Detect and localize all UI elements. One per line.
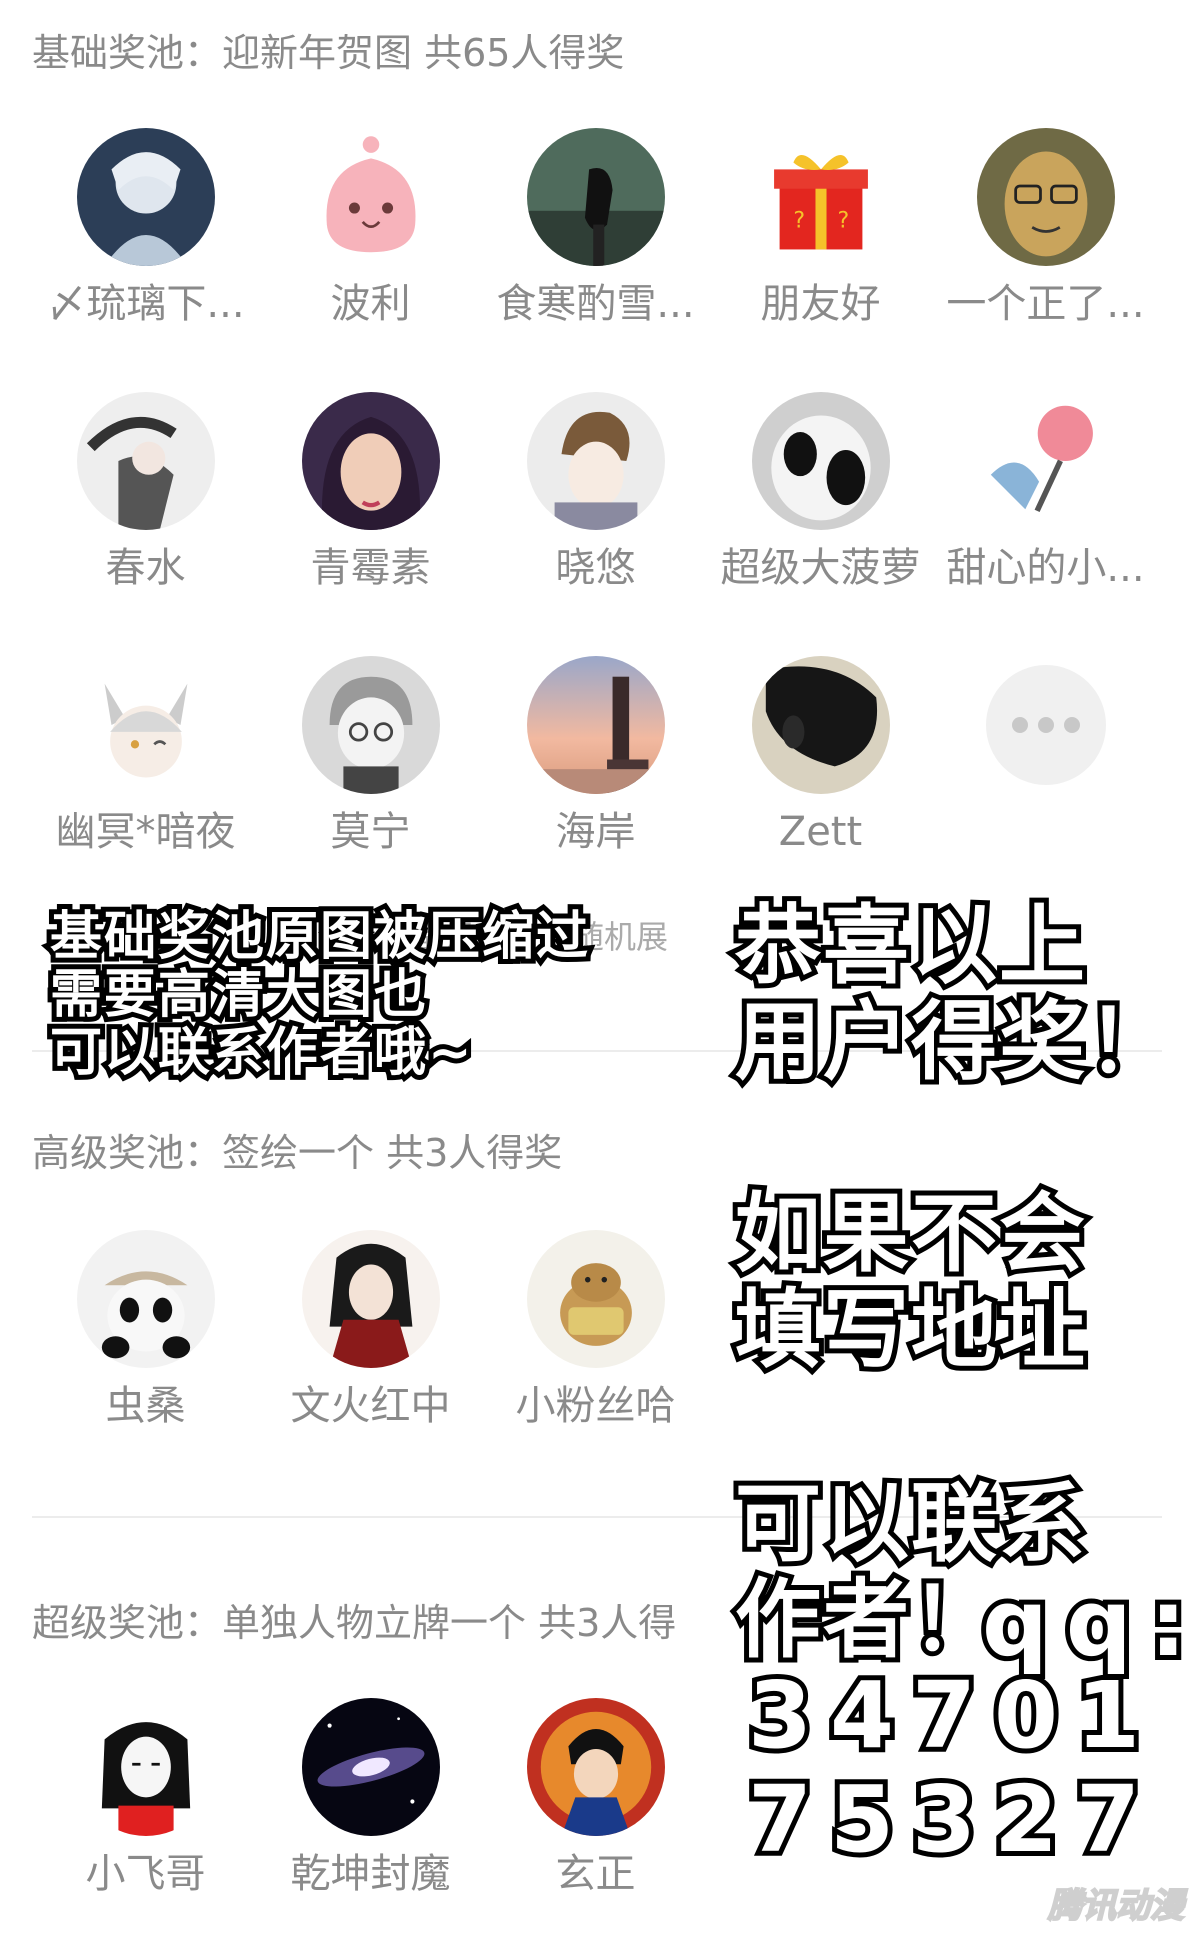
more-winners-button[interactable] (933, 656, 1158, 785)
avatar[interactable] (76, 128, 215, 266)
overlay-congrats: 用户得奖！ (730, 991, 1178, 1093)
winner-name: 春水 (105, 545, 186, 591)
advanced-pool-title: 高级奖池：签绘一个 共3人得奖 (32, 1131, 563, 1175)
winner-name: 小飞哥 (85, 1851, 206, 1897)
winner-item[interactable]: 乾坤封魔 (258, 1698, 483, 1898)
winner-item[interactable]: 莫宁 (258, 656, 483, 856)
avatar[interactable] (301, 128, 440, 266)
overlay-qq-number: 34701 (743, 1659, 1159, 1773)
winner-name: 虫桑 (105, 1383, 186, 1429)
winner-name: 朋友好 (760, 281, 881, 327)
overlay-contact: 作者！ (730, 1569, 1002, 1671)
winner-item[interactable]: 超级大菠萝 (708, 392, 933, 592)
winner-name: 幽冥*暗夜 (55, 809, 236, 855)
avatar[interactable] (526, 128, 665, 266)
avatar[interactable] (751, 392, 890, 530)
avatar[interactable] (301, 656, 440, 794)
winner-name: 〆琉璃下... (46, 281, 245, 327)
winner-item[interactable]: 波利 (258, 128, 483, 328)
winner-item[interactable]: 海岸 (483, 656, 708, 856)
avatar[interactable] (751, 656, 890, 794)
avatar[interactable] (976, 392, 1115, 530)
overlay-congrats: 恭喜以上 (730, 895, 1090, 997)
avatar[interactable] (76, 1230, 215, 1368)
winner-name: 一个正了... (946, 281, 1145, 327)
avatar[interactable] (526, 1698, 665, 1836)
winner-name: 波利 (330, 281, 411, 327)
winner-item[interactable]: 玄正 (483, 1698, 708, 1898)
avatar[interactable] (526, 392, 665, 530)
overlay-qq-label: qq: (977, 1567, 1200, 1681)
super-pool-title: 超级奖池：单独人物立牌一个 共3人得 (32, 1601, 677, 1645)
winner-item[interactable]: 青霉素 (258, 392, 483, 592)
winner-name: 甜心的小... (946, 545, 1145, 591)
winner-item[interactable]: 虫桑 (33, 1230, 258, 1430)
winner-name: 海岸 (555, 809, 636, 855)
winner-name: 玄正 (555, 1851, 636, 1897)
winner-item[interactable]: 小粉丝哈 (483, 1230, 708, 1430)
avatar[interactable] (976, 128, 1115, 266)
avatar[interactable] (76, 1698, 215, 1836)
winner-item[interactable]: 小飞哥 (33, 1698, 258, 1898)
winner-item[interactable]: 晓悠 (483, 392, 708, 592)
avatar[interactable] (76, 656, 215, 794)
overlay-qq-number: 75327 (743, 1763, 1159, 1877)
winner-name: 乾坤封魔 (290, 1851, 451, 1897)
overlay-note-line: 基础奖池原图被压缩过 (45, 903, 593, 971)
winner-name: 小粉丝哈 (515, 1383, 676, 1429)
winner-name: 晓悠 (555, 545, 636, 591)
overlay-address-hint: 如果不会 (730, 1183, 1090, 1285)
winner-name: 超级大菠萝 (720, 545, 921, 591)
winner-name: 青霉素 (310, 545, 431, 591)
winner-name: Zett (778, 809, 863, 855)
avatar[interactable] (526, 656, 665, 794)
avatar[interactable] (526, 1230, 665, 1368)
winner-item[interactable]: 甜心的小... (933, 392, 1158, 592)
svg-text:?: ? (793, 208, 805, 233)
winner-name: 文火红中 (290, 1383, 451, 1429)
tencent-comic-watermark: 腾讯动漫 (1047, 1885, 1185, 1927)
winner-item[interactable]: 食寒酌雪... (483, 128, 708, 328)
overlay-note-line: 需要高清大图也 (45, 961, 431, 1029)
winner-name: 食寒酌雪... (496, 281, 695, 327)
winner-item[interactable]: 〆琉璃下... (33, 128, 258, 328)
winner-item[interactable]: Zett (708, 656, 933, 856)
svg-text:?: ? (837, 208, 849, 233)
avatar[interactable] (301, 392, 440, 530)
overlay-contact: 可以联系 (730, 1473, 1090, 1575)
avatar[interactable] (301, 1230, 440, 1368)
avatar[interactable] (301, 1698, 440, 1836)
avatar[interactable] (76, 392, 215, 530)
more-dots-icon[interactable] (985, 665, 1106, 785)
winner-name: 莫宁 (330, 809, 411, 855)
winner-item[interactable]: ?? 朋友好 (708, 128, 933, 328)
winner-item[interactable]: 幽冥*暗夜 (33, 656, 258, 856)
avatar[interactable]: ?? (751, 128, 890, 266)
overlay-note-line: 可以联系作者哦~ (45, 1019, 477, 1087)
basic-pool-title: 基础奖池：迎新年贺图 共65人得奖 (32, 31, 625, 75)
winner-item[interactable]: 一个正了... (933, 128, 1158, 328)
winner-item[interactable]: 文火红中 (258, 1230, 483, 1430)
winner-item[interactable]: 春水 (33, 392, 258, 592)
overlay-address-hint: 填写地址 (730, 1279, 1090, 1381)
